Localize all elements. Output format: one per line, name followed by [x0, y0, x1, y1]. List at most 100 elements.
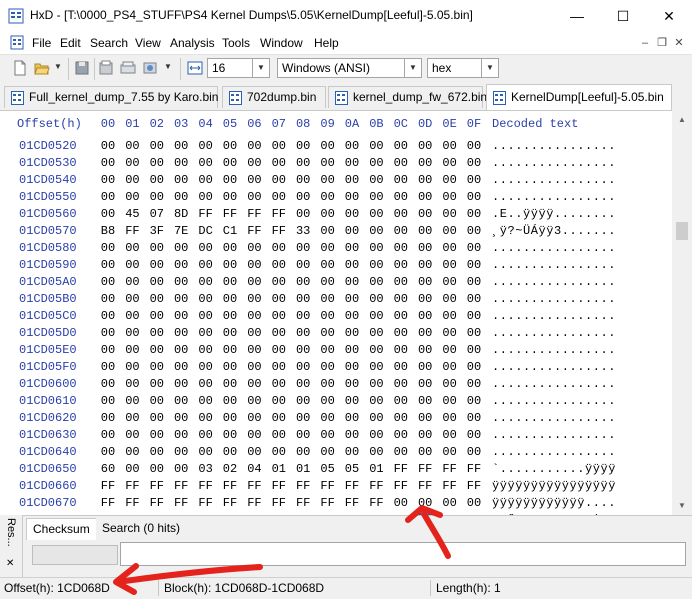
hex-byte[interactable]: 00 [465, 275, 483, 289]
hex-byte[interactable]: 00 [221, 156, 239, 170]
hex-byte[interactable]: 00 [465, 309, 483, 323]
hex-byte[interactable]: 00 [270, 173, 288, 187]
hex-byte[interactable]: 00 [148, 462, 166, 476]
menu-help[interactable]: Help [314, 36, 339, 50]
hex-byte[interactable]: 00 [343, 360, 361, 374]
hex-byte[interactable]: 00 [148, 394, 166, 408]
hex-byte[interactable]: 00 [172, 360, 190, 374]
hex-byte[interactable]: 00 [343, 394, 361, 408]
hex-byte[interactable]: 00 [221, 326, 239, 340]
hex-byte[interactable]: 00 [148, 428, 166, 442]
hex-byte[interactable]: 00 [221, 377, 239, 391]
hex-byte[interactable]: 00 [148, 343, 166, 357]
hex-byte[interactable]: 00 [294, 139, 312, 153]
hex-byte[interactable]: 00 [99, 292, 117, 306]
hex-byte[interactable]: 00 [99, 428, 117, 442]
hex-byte[interactable]: 00 [441, 309, 459, 323]
hex-byte[interactable]: 00 [319, 360, 337, 374]
hex-byte[interactable]: 00 [221, 190, 239, 204]
hex-byte[interactable]: 00 [270, 258, 288, 272]
tab-full-kernel-dump-7-55[interactable]: Full_kernel_dump_7.55 by Karo.bin [4, 86, 218, 108]
hex-byte[interactable]: 7E [172, 224, 190, 238]
decoded-text[interactable]: ¸ÿ?~ÜÁÿÿ3....... [492, 224, 616, 238]
mdi-close-button[interactable]: ✕ [672, 37, 686, 50]
open-memory-icon[interactable] [142, 60, 158, 76]
hex-byte[interactable]: 00 [245, 139, 263, 153]
hex-byte[interactable]: FF [245, 496, 263, 510]
hex-byte[interactable]: 00 [148, 309, 166, 323]
hex-byte[interactable]: 02 [221, 462, 239, 476]
hex-byte[interactable]: 00 [123, 394, 141, 408]
scrollbar-thumb[interactable] [676, 222, 688, 240]
hex-byte[interactable]: 00 [367, 411, 385, 425]
decoded-text[interactable]: ................ [492, 428, 616, 442]
decoded-text[interactable]: ................ [492, 309, 616, 323]
hex-byte[interactable]: 00 [343, 156, 361, 170]
hex-byte[interactable]: 00 [197, 309, 215, 323]
open-dropdown-icon[interactable]: ▼ [54, 62, 62, 71]
hex-byte[interactable]: 00 [319, 428, 337, 442]
hex-byte[interactable]: 00 [172, 377, 190, 391]
hex-byte[interactable]: 00 [319, 224, 337, 238]
hex-byte[interactable]: FF [441, 479, 459, 493]
hex-byte[interactable]: 05 [319, 462, 337, 476]
hex-byte[interactable]: 00 [221, 360, 239, 374]
hex-byte[interactable]: FF [172, 496, 190, 510]
hex-byte[interactable]: 00 [392, 224, 410, 238]
hex-byte[interactable]: 00 [441, 156, 459, 170]
hex-byte[interactable]: 00 [148, 173, 166, 187]
hex-byte[interactable]: 00 [319, 258, 337, 272]
hex-byte[interactable]: 00 [294, 326, 312, 340]
hex-byte[interactable]: 00 [416, 394, 434, 408]
hex-byte[interactable]: 00 [465, 207, 483, 221]
hex-byte[interactable]: 00 [343, 207, 361, 221]
hex-byte[interactable]: 00 [367, 428, 385, 442]
hex-byte[interactable]: 00 [416, 139, 434, 153]
hex-byte[interactable]: 00 [270, 394, 288, 408]
hex-byte[interactable]: 00 [319, 326, 337, 340]
hex-byte[interactable]: 00 [99, 360, 117, 374]
hex-byte[interactable]: FF [270, 224, 288, 238]
hex-byte[interactable]: FF [197, 496, 215, 510]
hex-byte[interactable]: 00 [197, 326, 215, 340]
hex-byte[interactable]: 00 [392, 428, 410, 442]
hex-byte[interactable]: 00 [392, 445, 410, 459]
decoded-text[interactable]: ................ [492, 326, 616, 340]
hex-byte[interactable]: 00 [270, 309, 288, 323]
hex-byte[interactable]: 00 [441, 224, 459, 238]
hex-byte[interactable]: 00 [343, 139, 361, 153]
hex-byte[interactable]: 00 [148, 360, 166, 374]
hex-byte[interactable]: 00 [221, 258, 239, 272]
menu-tools[interactable]: Tools [222, 36, 250, 50]
hex-byte[interactable]: 00 [99, 207, 117, 221]
hex-byte[interactable]: 00 [294, 428, 312, 442]
hex-byte[interactable]: 00 [416, 411, 434, 425]
hex-byte[interactable]: 00 [197, 343, 215, 357]
hex-byte[interactable]: 00 [343, 173, 361, 187]
hex-byte[interactable]: 00 [245, 292, 263, 306]
hex-byte[interactable]: 00 [367, 292, 385, 306]
hex-byte[interactable]: 00 [197, 173, 215, 187]
hex-byte[interactable]: 00 [343, 190, 361, 204]
hex-byte[interactable]: 00 [270, 241, 288, 255]
hex-byte[interactable]: 00 [148, 411, 166, 425]
decoded-text[interactable]: ................ [492, 343, 616, 357]
hex-byte[interactable]: 00 [148, 241, 166, 255]
tab-kerneldump-leeful-5-05[interactable]: KernelDump[Leeful]-5.05.bin [486, 84, 672, 110]
hex-byte[interactable]: 3F [148, 224, 166, 238]
hex-byte[interactable]: 07 [148, 207, 166, 221]
memory-dropdown-icon[interactable]: ▼ [164, 62, 172, 71]
hex-byte[interactable]: FF [319, 496, 337, 510]
hex-byte[interactable]: FF [416, 479, 434, 493]
charset-select[interactable]: Windows (ANSI) ▼ [277, 58, 422, 78]
hex-byte[interactable]: 00 [245, 258, 263, 272]
hex-byte[interactable]: 00 [441, 139, 459, 153]
hex-byte[interactable]: FF [99, 496, 117, 510]
hex-byte[interactable]: 00 [245, 394, 263, 408]
hex-byte[interactable]: 00 [367, 139, 385, 153]
hex-byte[interactable]: FF [123, 479, 141, 493]
hex-byte[interactable]: FF [294, 496, 312, 510]
hex-byte[interactable]: 00 [245, 377, 263, 391]
hex-byte[interactable]: 00 [123, 173, 141, 187]
hex-byte[interactable]: 45 [123, 207, 141, 221]
